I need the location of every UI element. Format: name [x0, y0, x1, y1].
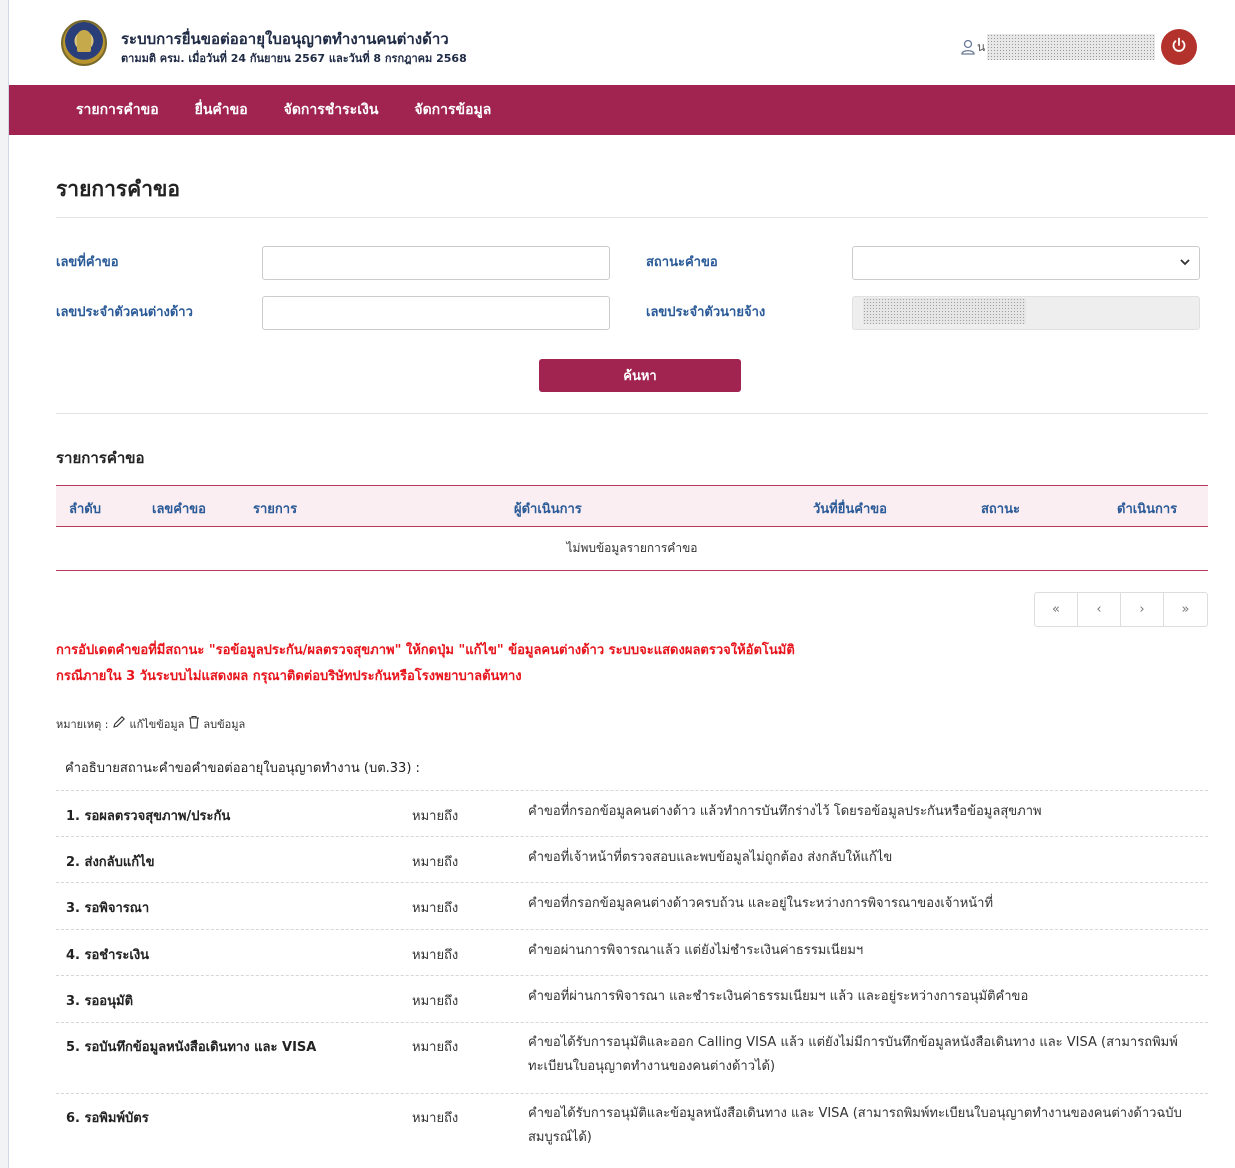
nav-item-data[interactable]: จัดการข้อมูล — [414, 99, 491, 121]
status-name: 3. รอพิจารณา — [66, 901, 150, 916]
user-name: น — [977, 39, 986, 54]
status-means: หมายถึง — [412, 994, 459, 1009]
status-desc: คำขอได้รับการอนุมัติและข้อมูลหนังสือเดิน… — [528, 1106, 1182, 1145]
status-means: หมายถึง — [412, 809, 459, 824]
status-name: 5. รอบันทึกข้อมูลหนังสือเดินทาง และ VISA — [66, 1040, 317, 1055]
status-desc: คำขอได้รับการอนุมัติและออก Calling VISA … — [528, 1035, 1178, 1074]
status-label: สถานะคำขอ — [646, 255, 718, 270]
status-name: 2. ส่งกลับแก้ไข — [66, 855, 155, 870]
power-icon — [1171, 37, 1187, 58]
status-select[interactable] — [852, 246, 1200, 280]
logout-button[interactable] — [1161, 29, 1197, 65]
employer-id-redacted — [863, 298, 1026, 324]
status-means: หมายถึง — [412, 1040, 459, 1055]
col-operator: ผู้ดำเนินการ — [514, 502, 582, 517]
employer-id-field — [852, 296, 1200, 330]
status-means: หมายถึง — [412, 901, 459, 916]
nav-item-payment[interactable]: จัดการชำระเงิน — [284, 99, 379, 121]
col-order: ลำดับ — [69, 502, 101, 517]
trash-icon — [188, 715, 200, 733]
list-item: 2. ส่งกลับแก้ไข หมายถึง คำขอที่เจ้าหน้าท… — [56, 836, 1208, 882]
page-title: รายการคำขอ — [56, 177, 180, 201]
user-menu[interactable]: น — [961, 34, 1156, 60]
last-page-button[interactable]: » — [1164, 593, 1207, 626]
table-empty-row: ไม่พบข้อมูลรายการคำขอ — [56, 527, 1208, 571]
col-action: ดำเนินการ — [1117, 502, 1178, 517]
warning-line-2: กรณีภายใน 3 วันระบบไม่แสดงผล กรุณาติดต่อ… — [56, 669, 522, 684]
status-desc-title: คำอธิบายสถานะคำขอคำขอต่ออายุใบอนุญาตทำงา… — [65, 761, 420, 776]
section-title: รายการคำขอ — [56, 449, 145, 467]
remark-prefix: หมายเหตุ : — [56, 718, 109, 731]
nav-item-requests[interactable]: รายการคำขอ — [76, 99, 159, 121]
search-button[interactable]: ค้นหา — [539, 359, 741, 392]
system-title: ระบบการยื่นขอต่ออายุใบอนุญาตทำงานคนต่างด… — [121, 30, 449, 48]
status-desc: คำขอที่กรอกข้อมูลคนต่างด้าว แล้วทำการบัน… — [528, 804, 1042, 819]
status-name: 6. รอพิมพ์บัตร — [66, 1111, 149, 1126]
status-desc: คำขอที่กรอกข้อมูลคนต่างด้าวครบถ้วน และอย… — [528, 896, 994, 911]
warning-line-1: การอัปเดตคำขอที่มีสถานะ "รอข้อมูลประกัน/… — [56, 643, 795, 658]
page: ระบบการยื่นขอต่ออายุใบอนุญาตทำงานคนต่างด… — [8, 0, 1235, 1168]
alien-id-label: เลขประจำตัวคนต่างด้าว — [56, 305, 193, 320]
status-desc: คำขอที่ผ่านการพิจารณา และชำระเงินค่าธรรม… — [528, 989, 1029, 1004]
divider — [56, 217, 1208, 218]
status-means: หมายถึง — [412, 948, 459, 963]
list-item: 6. รอพิมพ์บัตร หมายถึง คำขอได้รับการอนุม… — [56, 1093, 1208, 1153]
app-header: ระบบการยื่นขอต่ออายุใบอนุญาตทำงานคนต่างด… — [9, 0, 1235, 85]
chevron-down-icon — [1179, 256, 1191, 271]
remark: หมายเหตุ : แก้ไขข้อมูล ลบข้อมูล — [56, 715, 245, 733]
main-nav: รายการคำขอ ยื่นคำขอ จัดการชำระเงิน จัดกา… — [9, 85, 1235, 135]
user-icon — [961, 39, 975, 55]
pencil-icon — [112, 715, 126, 733]
table-header: ลำดับ เลขคำขอ รายการ ผู้ดำเนินการ วันที่… — [56, 485, 1208, 527]
col-item: รายการ — [253, 502, 298, 517]
remark-delete-label: ลบข้อมูล — [203, 718, 246, 731]
col-request-no: เลขคำขอ — [152, 502, 206, 517]
status-name: 1. รอผลตรวจสุขภาพ/ประกัน — [66, 809, 231, 824]
employer-id-label: เลขประจำตัวนายจ้าง — [646, 305, 766, 320]
first-page-button[interactable]: « — [1035, 593, 1078, 626]
next-page-button[interactable]: › — [1121, 593, 1164, 626]
alien-id-input[interactable] — [262, 296, 610, 330]
status-desc-list: 1. รอผลตรวจสุขภาพ/ประกัน หมายถึง คำขอที่… — [56, 790, 1208, 1153]
list-item: 3. รอพิจารณา หมายถึง คำขอที่กรอกข้อมูลคน… — [56, 882, 1208, 929]
status-desc: คำขอผ่านการพิจารณาแล้ว แต่ยังไม่ชำระเงิน… — [528, 943, 864, 958]
system-subtitle: ตามมติ ครม. เมื่อวันที่ 24 กันยายน 2567 … — [121, 52, 467, 65]
prev-page-button[interactable]: ‹ — [1078, 593, 1121, 626]
request-no-input[interactable] — [262, 246, 610, 280]
pagination: « ‹ › » — [1034, 592, 1208, 627]
list-item: 5. รอบันทึกข้อมูลหนังสือเดินทาง และ VISA… — [56, 1022, 1208, 1093]
nav-item-submit[interactable]: ยื่นคำขอ — [195, 99, 248, 121]
request-no-label: เลขที่คำขอ — [56, 255, 119, 270]
status-means: หมายถึง — [412, 1111, 459, 1126]
status-desc: คำขอที่เจ้าหน้าที่ตรวจสอบและพบข้อมูลไม่ถ… — [528, 850, 893, 865]
list-item: 3. รออนุมัติ หมายถึง คำขอที่ผ่านการพิจาร… — [56, 975, 1208, 1022]
status-means: หมายถึง — [412, 855, 459, 870]
agency-seal-icon — [61, 20, 107, 66]
status-name: 4. รอชำระเงิน — [66, 948, 150, 963]
user-name-redacted — [987, 34, 1156, 60]
remark-edit-label: แก้ไขข้อมูล — [129, 718, 185, 731]
list-item: 1. รอผลตรวจสุขภาพ/ประกัน หมายถึง คำขอที่… — [56, 790, 1208, 836]
col-status: สถานะ — [981, 502, 1020, 517]
list-item: 4. รอชำระเงิน หมายถึง คำขอผ่านการพิจารณา… — [56, 929, 1208, 975]
col-submit-date: วันที่ยื่นคำขอ — [813, 502, 887, 517]
divider — [56, 413, 1208, 414]
status-name: 3. รออนุมัติ — [66, 994, 134, 1009]
